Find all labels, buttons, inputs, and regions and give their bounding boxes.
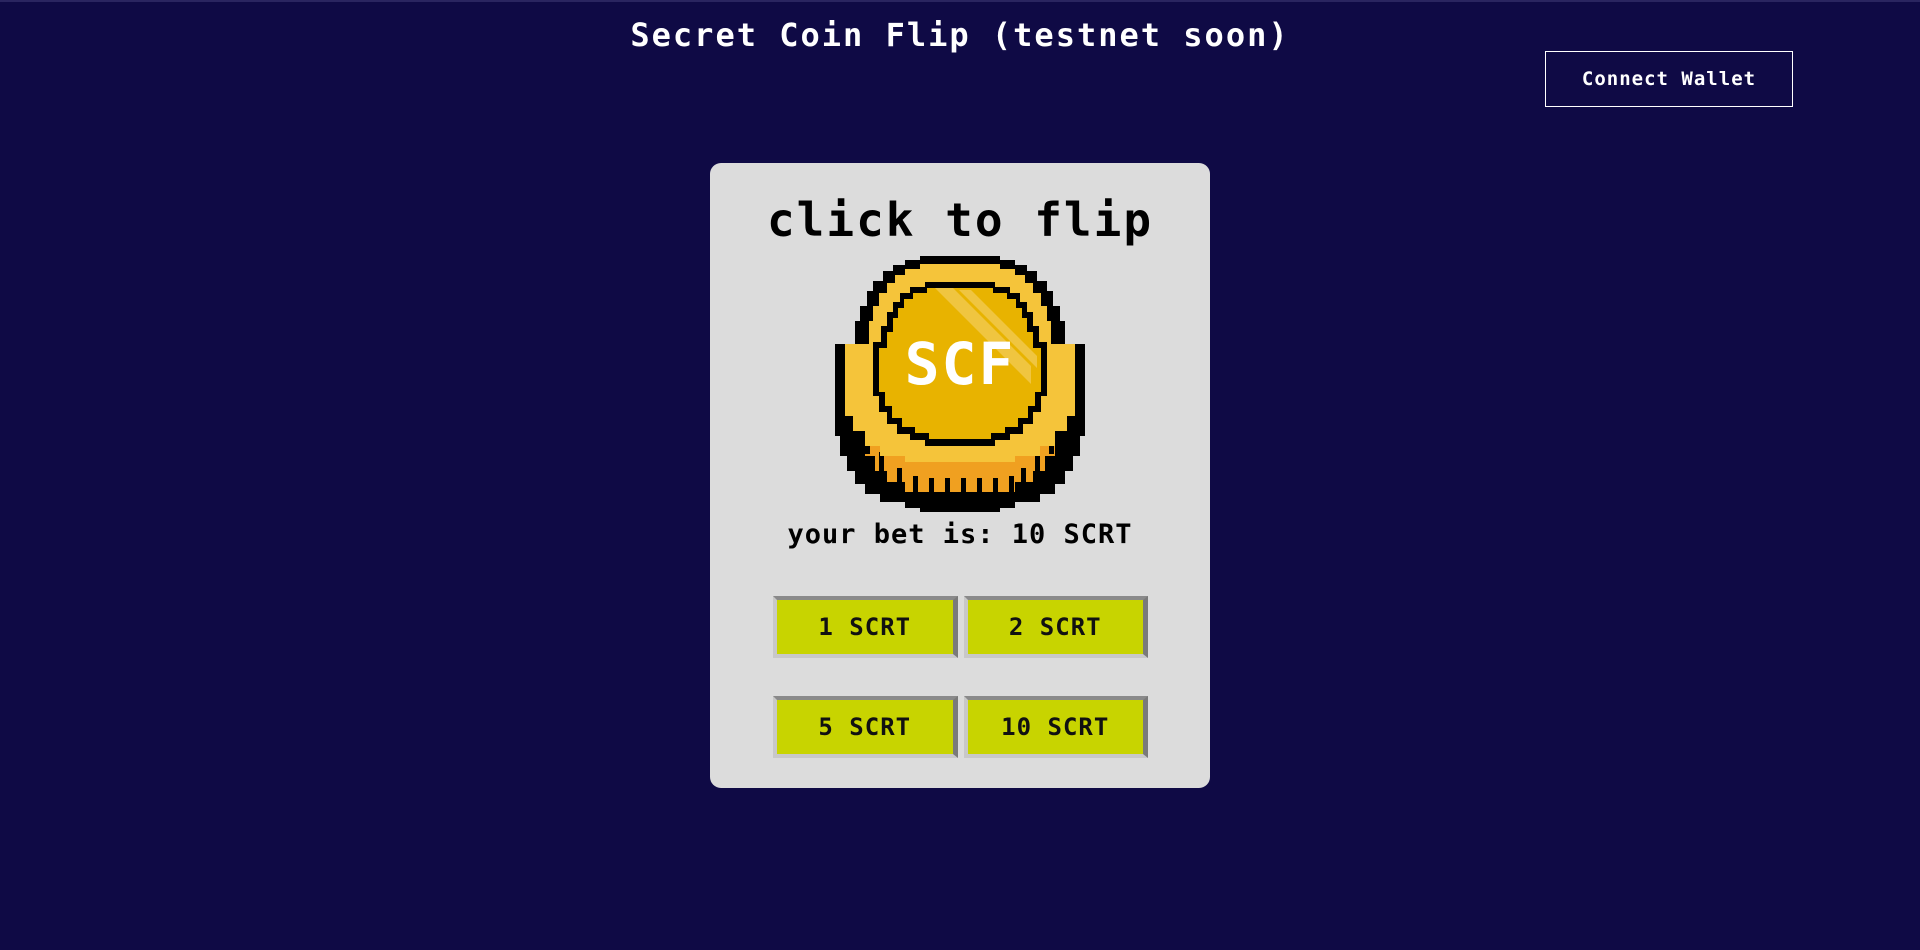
bet-2-scrt-button[interactable]: 2 SCRT: [963, 596, 1148, 658]
top-border: [0, 0, 1920, 2]
current-bet-text: your bet is: 10 SCRT: [787, 519, 1133, 550]
connect-wallet-button[interactable]: Connect Wallet: [1545, 51, 1793, 107]
bet-5-scrt-button[interactable]: 5 SCRT: [773, 696, 958, 758]
coin-icon: SCF: [835, 256, 1085, 512]
coin-text: SCF: [905, 330, 1016, 398]
bet-1-scrt-button[interactable]: 1 SCRT: [773, 596, 958, 658]
bet-options-row-2: 5 SCRT 10 SCRT: [773, 696, 1148, 758]
coin-flip-card: click to flip SCF your bet is: 10 SCRT 1…: [710, 163, 1210, 788]
bet-10-scrt-button[interactable]: 10 SCRT: [963, 696, 1148, 758]
page-title: Secret Coin Flip (testnet soon): [630, 16, 1290, 54]
coin-flip-button[interactable]: SCF: [835, 256, 1085, 512]
card-heading: click to flip: [766, 193, 1154, 247]
bet-options-row-1: 1 SCRT 2 SCRT: [773, 596, 1148, 658]
